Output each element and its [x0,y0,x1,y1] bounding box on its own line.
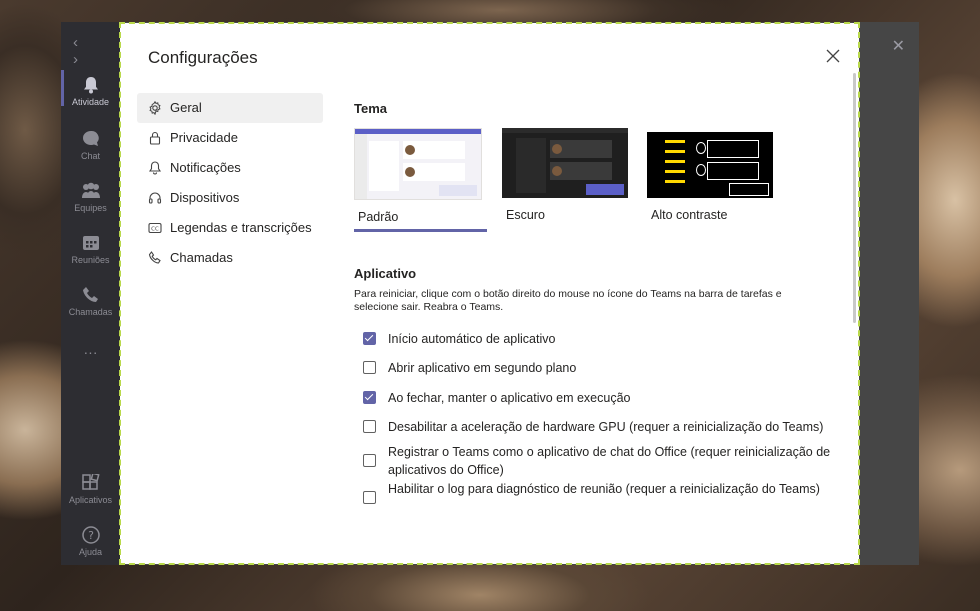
app-description: Para reiniciar, clique com o botão direi… [354,288,782,313]
theme-label: Escuro [506,208,545,222]
checkbox-label: Início automático de aplicativo [388,332,556,346]
app-heading: Aplicativo [354,266,417,281]
rail-item-activity[interactable]: Atividade [61,70,120,107]
scrollbar[interactable] [853,73,856,323]
theme-heading: Tema [354,101,387,116]
lock-icon [149,131,161,145]
nav-label: Geral [170,100,202,115]
theme-preview-default [354,128,482,200]
checkbox[interactable] [363,391,376,404]
checkbox[interactable] [363,420,376,433]
nav-label: Chamadas [170,250,233,265]
teams-icon [81,182,100,198]
captions-icon: CC [148,222,162,234]
window-close-icon[interactable]: ✕ [892,36,905,56]
more-apps-button[interactable]: ··· [61,344,120,360]
nav-label: Legendas e transcrições [170,220,312,235]
nav-item-dispositivos[interactable]: Dispositivos [137,183,323,213]
bell-icon [83,77,98,94]
nav-label: Dispositivos [170,190,240,205]
nav-item-legendas[interactable]: CC Legendas e transcrições [137,213,323,243]
checkbox-label: Desabilitar a aceleração de hardware GPU… [388,420,824,434]
selected-underline [354,229,487,232]
settings-nav: Geral Privacidade Notificações Dispositi… [137,93,323,273]
checkbox[interactable] [363,491,376,504]
dialog-title: Configurações [148,48,258,67]
gear-icon [149,101,161,115]
theme-option-padrao[interactable]: Padrão [354,128,487,232]
checkbox-label: Habilitar o log para diagnóstico de reun… [388,482,820,496]
theme-option-escuro[interactable]: Escuro [502,128,628,222]
checkbox-label: Registrar o Teams como o aplicativo de c… [388,445,831,477]
rail-label: Aplicativos [68,495,113,505]
more-icon: ··· [83,344,98,360]
rail-label: Chat [80,151,100,161]
rail-label: Ajuda [78,547,103,557]
rail-label: Chamadas [68,307,113,317]
checkbox-label: Abrir aplicativo em segundo plano [388,361,577,375]
svg-text:CC: CC [151,227,159,233]
calendar-icon [82,236,99,250]
history-arrows[interactable]: ‹ › [73,34,120,68]
svg-text:?: ? [88,529,94,542]
nav-item-chamadas[interactable]: Chamadas [137,243,323,273]
nav-label: Privacidade [170,130,238,145]
theme-label: Alto contraste [651,208,728,222]
headset-icon [148,192,162,204]
rail-item-calls[interactable]: Chamadas [61,286,120,317]
theme-option-alto-contraste[interactable]: Alto contraste [647,128,773,222]
nav-item-privacidade[interactable]: Privacidade [137,123,323,153]
help-icon: ? [81,526,100,544]
rail-item-meetings[interactable]: Reuniões [61,234,120,265]
checkbox-label: Ao fechar, manter o aplicativo em execuç… [388,391,631,405]
rail-label: Reuniões [71,255,110,265]
nav-item-notificacoes[interactable]: Notificações [137,153,323,183]
theme-preview-dark [502,128,628,198]
phone-icon [148,251,161,264]
rail-item-teams[interactable]: Equipes [61,182,120,213]
phone-icon [82,287,98,302]
bell-icon [148,161,162,175]
apps-icon [81,474,100,490]
nav-label: Notificações [170,160,241,175]
chat-icon [82,130,99,146]
checkbox[interactable] [363,332,376,345]
app-rail: ‹ › Atividade Chat Equipes Reuniões Cham… [61,22,120,565]
rail-item-apps[interactable]: Aplicativos [61,474,120,505]
checkbox[interactable] [363,361,376,374]
theme-preview-high-contrast [647,128,773,198]
rail-label: Atividade [71,97,110,107]
checkbox[interactable] [363,454,376,467]
rail-item-help[interactable]: ? Ajuda [61,526,120,557]
theme-label: Padrão [358,210,399,224]
rail-item-chat[interactable]: Chat [61,130,120,161]
settings-dialog: Configurações Geral Privacidade Notifica… [119,22,860,565]
rail-label: Equipes [74,203,107,213]
nav-item-geral[interactable]: Geral [137,93,323,123]
settings-content: Tema Padrão Escuro Alto contraste Aplica… [354,23,859,564]
